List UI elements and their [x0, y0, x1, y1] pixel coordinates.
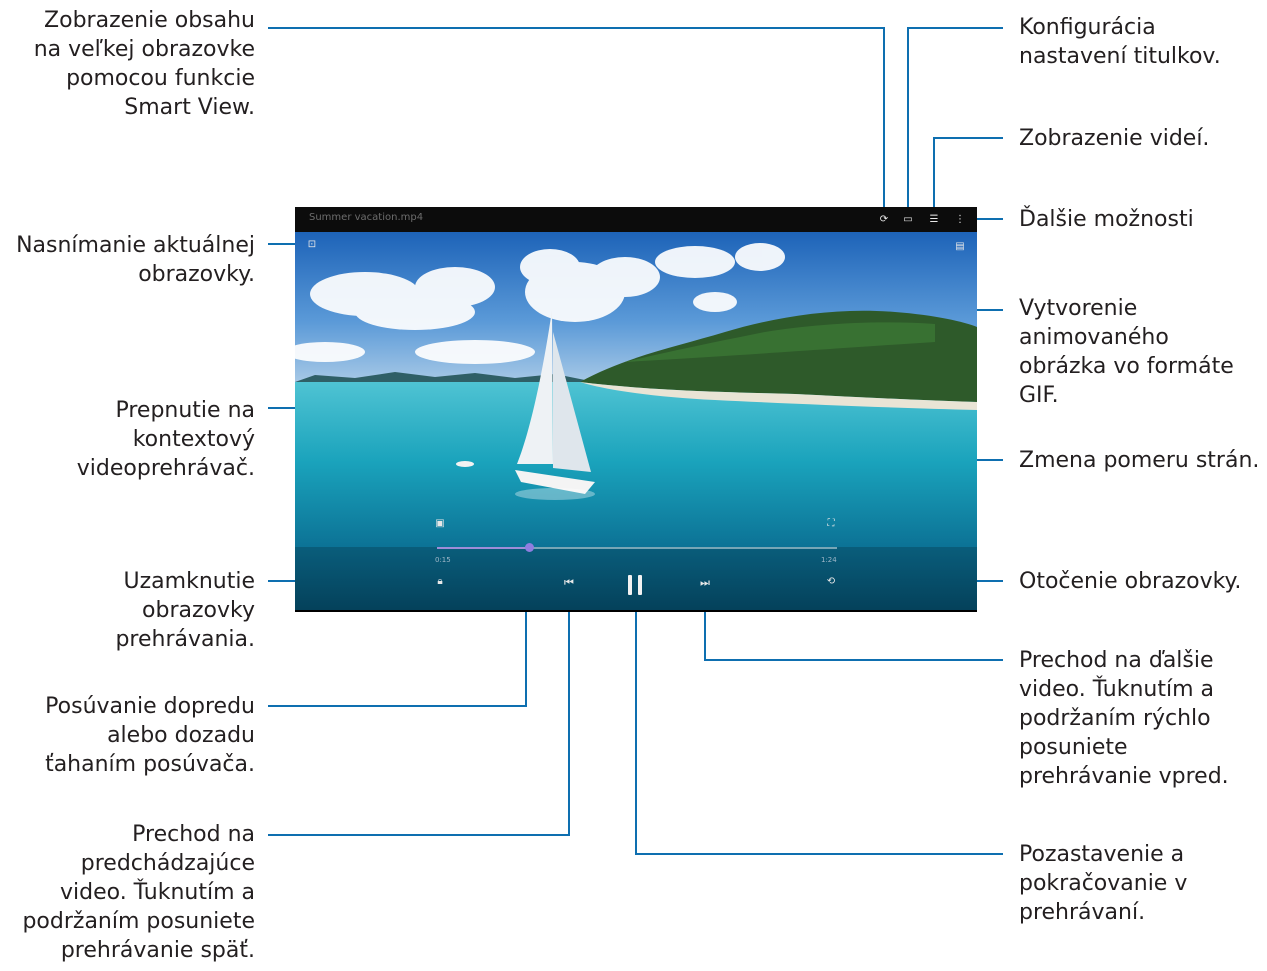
- smart-view-icon[interactable]: ⟳: [877, 213, 891, 227]
- seek-handle[interactable]: [525, 543, 534, 552]
- video-scene-image: [295, 232, 977, 610]
- callout-seek: Posúvanie dopredu alebo dozadu ťahaním p…: [45, 694, 255, 777]
- rotate-icon[interactable]: ⟲: [824, 575, 838, 589]
- pause-icon[interactable]: [628, 575, 644, 595]
- previous-icon[interactable]: ⏮: [562, 576, 576, 590]
- callout-lock: Uzamknutie obrazovky prehrávania.: [115, 569, 255, 652]
- line-subtitles: [907, 27, 1003, 208]
- callout-pause: Pozastavenie a pokračovanie v prehrávaní…: [1019, 842, 1188, 925]
- callout-pip: Prepnutie na kontextový videoprehrávač.: [76, 398, 255, 481]
- line-smart-view: [268, 27, 885, 208]
- callout-previous: Prechod na predchádzajúce video. Ťuknutí…: [22, 822, 255, 963]
- video-player: Summer vacation.mp4 ⟳ ▭ ☰ ⋮ ⊡ ▤ ▣ ⛶ 0:15…: [295, 207, 977, 612]
- callout-rotate: Otočenie obrazovky.: [1019, 569, 1242, 594]
- lock-icon[interactable]: 🔒︎: [433, 575, 447, 589]
- callout-smart-view: Zobrazenie obsahu na veľkej obrazovke po…: [33, 8, 255, 120]
- player-top-bar: Summer vacation.mp4 ⟳ ▭ ☰ ⋮: [295, 207, 977, 232]
- line-pause: [635, 599, 1003, 855]
- line-previous: [268, 599, 570, 836]
- video-file-title: Summer vacation.mp4: [309, 212, 424, 223]
- seek-bar[interactable]: [437, 543, 837, 552]
- time-elapsed: 0:15: [435, 556, 451, 564]
- seek-bar-fill: [437, 547, 529, 549]
- callout-video-list: Zobrazenie videí.: [1019, 126, 1210, 151]
- pop-up-player-icon[interactable]: ▣: [433, 517, 447, 531]
- callout-gif: Vytvorenie animovaného obrázka vo formát…: [1019, 296, 1234, 408]
- video-frame[interactable]: [295, 232, 977, 610]
- callout-next: Prechod na ďalšie video. Ťuknutím a podr…: [1019, 648, 1229, 789]
- callout-capture: Nasnímanie aktuálnej obrazovky.: [16, 233, 255, 287]
- line-video-list: [933, 137, 1003, 208]
- callout-subtitles: Konfigurácia nastavení titulkov.: [1019, 15, 1221, 69]
- more-options-icon[interactable]: ⋮: [953, 213, 967, 227]
- next-icon[interactable]: ⏭: [698, 576, 712, 590]
- screen-capture-icon[interactable]: ⊡: [305, 238, 319, 252]
- callout-more: Ďalšie možnosti: [1019, 207, 1194, 232]
- time-total: 1:24: [821, 556, 837, 564]
- gif-icon[interactable]: ▤: [953, 240, 967, 254]
- video-list-icon[interactable]: ☰: [927, 213, 941, 227]
- callout-ratio: Zmena pomeru strán.: [1019, 448, 1260, 473]
- screen-ratio-icon[interactable]: ⛶: [824, 517, 838, 531]
- subtitles-icon[interactable]: ▭: [901, 213, 915, 227]
